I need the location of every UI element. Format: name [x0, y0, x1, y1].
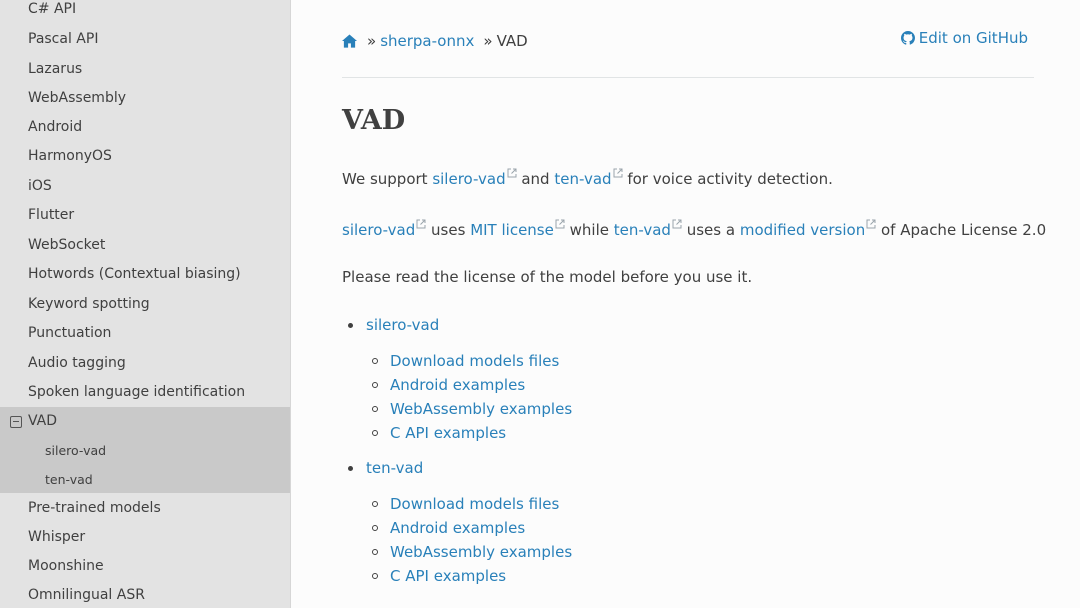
- notice-paragraph: Please read the license of the model bef…: [342, 268, 753, 286]
- toc-link-webassembly-examples[interactable]: WebAssembly examples: [390, 399, 572, 419]
- sidebar-item-audio-tagging[interactable]: Audio tagging: [0, 349, 290, 378]
- link-silero-vad[interactable]: silero-vad: [342, 221, 415, 239]
- toc-link-ten-vad[interactable]: ten-vad: [366, 458, 423, 478]
- bullet-circle: [372, 501, 378, 507]
- breadcrumb: » sherpa-onnx » VAD: [342, 30, 528, 52]
- github-icon: [900, 31, 915, 45]
- text: We support: [342, 170, 433, 188]
- external-link-icon: [672, 219, 682, 229]
- link-ten-vad[interactable]: ten-vad: [554, 170, 611, 188]
- sidebar-item-spoken-language-id[interactable]: Spoken language identification: [0, 378, 290, 407]
- home-icon[interactable]: [342, 34, 357, 48]
- sidebar-subitem-ten-vad[interactable]: ten-vad: [0, 465, 290, 494]
- sidebar-item-ios[interactable]: iOS: [0, 172, 290, 201]
- toc-link-webassembly-examples[interactable]: WebAssembly examples: [390, 542, 572, 562]
- page-title: VAD: [342, 105, 406, 136]
- text: for voice activity detection.: [622, 170, 833, 188]
- toc-link-silero-vad[interactable]: silero-vad: [366, 315, 439, 335]
- toc-link-c-api-examples[interactable]: C API examples: [390, 566, 506, 586]
- sidebar-item-whisper[interactable]: Whisper: [0, 523, 290, 552]
- link-ten-vad[interactable]: ten-vad: [614, 221, 671, 239]
- edit-on-github-label: Edit on GitHub: [918, 29, 1028, 47]
- license-paragraph: silero-vad uses MIT license while ten-va…: [342, 219, 1046, 240]
- toc-link-c-api-examples[interactable]: C API examples: [390, 423, 506, 443]
- sidebar-item-websocket[interactable]: WebSocket: [0, 231, 290, 260]
- sidebar-item-csharp-api[interactable]: C# API: [0, 0, 290, 24]
- text: and: [516, 170, 555, 188]
- breadcrumb-separator: »: [367, 32, 377, 50]
- bullet-circle: [372, 406, 378, 412]
- header-divider: [342, 77, 1034, 78]
- breadcrumb-current: VAD: [496, 32, 528, 50]
- sidebar-item-pascal-api[interactable]: Pascal API: [0, 25, 290, 54]
- text: uses: [426, 221, 471, 239]
- external-link-icon: [555, 219, 565, 229]
- toc-link-android-examples[interactable]: Android examples: [390, 375, 525, 395]
- bullet-circle: [372, 573, 378, 579]
- sidebar-item-webassembly[interactable]: WebAssembly: [0, 84, 290, 113]
- toc-link-download-models[interactable]: Download models files: [390, 494, 559, 514]
- bullet-dot: [348, 466, 353, 471]
- sidebar-item-keyword-spotting[interactable]: Keyword spotting: [0, 290, 290, 319]
- sidebar-item-lazarus[interactable]: Lazarus: [0, 55, 290, 84]
- sidebar-item-hotwords[interactable]: Hotwords (Contextual biasing): [0, 260, 290, 289]
- text: uses a: [681, 221, 740, 239]
- sidebar-item-vad[interactable]: VAD: [0, 407, 290, 436]
- text: while: [564, 221, 614, 239]
- bullet-circle: [372, 358, 378, 364]
- sidebar-subitem-silero-vad[interactable]: silero-vad: [0, 436, 290, 465]
- bullet-circle: [372, 525, 378, 531]
- sidebar-item-punctuation[interactable]: Punctuation: [0, 319, 290, 348]
- sidebar-item-flutter[interactable]: Flutter: [0, 201, 290, 230]
- toc-link-download-models[interactable]: Download models files: [390, 351, 559, 371]
- breadcrumb-link-sherpa-onnx[interactable]: sherpa-onnx: [380, 31, 474, 51]
- edit-on-github-link[interactable]: Edit on GitHub: [900, 29, 1028, 47]
- link-silero-vad[interactable]: silero-vad: [432, 170, 505, 188]
- sidebar-item-moonshine[interactable]: Moonshine: [0, 552, 290, 581]
- bullet-circle: [372, 549, 378, 555]
- sidebar-item-omnilingual-asr[interactable]: Omnilingual ASR: [0, 581, 290, 608]
- sidebar-item-pretrained-models[interactable]: Pre-trained models: [0, 494, 290, 523]
- collapse-toggle-icon[interactable]: [10, 416, 22, 428]
- external-link-icon: [416, 219, 426, 229]
- bullet-dot: [348, 323, 353, 328]
- link-modified-version[interactable]: modified version: [740, 221, 865, 239]
- bullet-circle: [372, 382, 378, 388]
- sidebar-item-android[interactable]: Android: [0, 113, 290, 142]
- intro-paragraph: We support silero-vad and ten-vad for vo…: [342, 168, 833, 189]
- external-link-icon: [507, 168, 517, 178]
- sidebar-nav: C# API Pascal API Lazarus WebAssembly An…: [0, 0, 291, 608]
- link-mit-license[interactable]: MIT license: [470, 221, 554, 239]
- breadcrumb-separator: »: [483, 32, 493, 50]
- sidebar-item-harmonyos[interactable]: HarmonyOS: [0, 142, 290, 171]
- external-link-icon: [613, 168, 623, 178]
- text: of Apache License 2.0: [876, 221, 1047, 239]
- external-link-icon: [866, 219, 876, 229]
- bullet-circle: [372, 430, 378, 436]
- toc-link-android-examples[interactable]: Android examples: [390, 518, 525, 538]
- sidebar-item-label: VAD: [28, 413, 58, 429]
